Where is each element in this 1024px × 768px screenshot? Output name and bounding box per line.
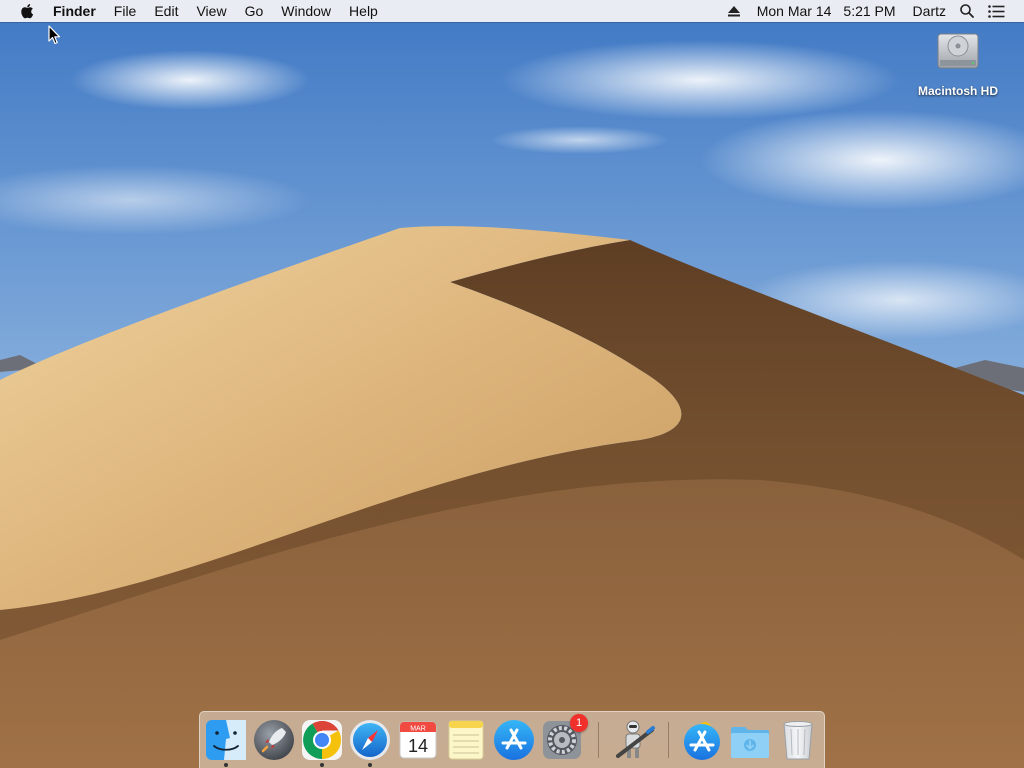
finder-icon — [206, 720, 246, 760]
clock-date: Mon Mar 14 — [756, 3, 832, 19]
menu-clock[interactable]: Mon Mar 14 5:21 PM — [747, 0, 906, 22]
app-store-icon — [494, 720, 534, 760]
eject-icon[interactable] — [721, 0, 747, 22]
menu-bar: Finder File Edit View Go Window Help Mon… — [0, 0, 1024, 22]
user-menu[interactable]: Dartz — [906, 0, 953, 22]
wallpaper — [0, 0, 1024, 768]
menu-window[interactable]: Window — [272, 0, 340, 22]
safari-icon — [350, 720, 390, 760]
mouse-cursor-icon — [48, 25, 61, 45]
menu-go[interactable]: Go — [236, 0, 273, 22]
menu-file[interactable]: File — [105, 0, 146, 22]
dock-item-app-store[interactable] — [492, 718, 536, 762]
running-indicator — [224, 763, 228, 767]
search-icon[interactable] — [953, 0, 981, 22]
menu-app-name[interactable]: Finder — [44, 0, 105, 22]
dock: MAR 14 1 — [199, 711, 825, 768]
dock-item-calendar[interactable]: MAR 14 — [396, 718, 440, 762]
trash-icon — [783, 721, 813, 760]
notes-icon — [448, 720, 484, 760]
launchpad-icon — [254, 720, 294, 760]
notification-badge: 1 — [570, 714, 588, 732]
dock-item-applications[interactable] — [680, 718, 724, 762]
downloads-folder-icon — [731, 727, 769, 758]
calendar-month: MAR — [410, 726, 426, 733]
dock-item-chrome[interactable] — [300, 718, 344, 767]
running-indicator — [320, 763, 324, 767]
automator-icon — [616, 720, 655, 758]
dock-item-notes[interactable] — [444, 718, 488, 762]
calendar-day: 14 — [408, 736, 428, 756]
dock-item-downloads[interactable] — [728, 718, 772, 762]
clock-time: 5:21 PM — [843, 3, 896, 19]
dock-item-trash[interactable] — [776, 718, 820, 762]
running-indicator — [368, 763, 372, 767]
dock-item-finder[interactable] — [204, 718, 248, 767]
desktop-icon-label: Macintosh HD — [917, 84, 998, 98]
applications-folder-icon — [684, 722, 720, 760]
menu-edit[interactable]: Edit — [145, 0, 187, 22]
hard-drive-icon — [937, 33, 979, 69]
menu-view[interactable]: View — [187, 0, 235, 22]
calendar-icon: MAR 14 — [399, 721, 437, 759]
dock-separator — [598, 722, 599, 758]
desktop-icon-macintosh-hd[interactable]: Macintosh HD — [906, 28, 1010, 106]
list-icon[interactable] — [981, 0, 1012, 22]
menu-help[interactable]: Help — [340, 0, 387, 22]
chrome-icon — [302, 720, 342, 760]
desktop[interactable] — [0, 0, 1024, 768]
dock-item-launchpad[interactable] — [252, 718, 296, 762]
dock-item-system-preferences[interactable]: 1 — [540, 714, 588, 762]
apple-menu-icon[interactable] — [16, 0, 38, 22]
dock-item-automator[interactable] — [612, 718, 656, 762]
dock-separator — [668, 722, 669, 758]
dock-item-safari[interactable] — [348, 718, 392, 767]
